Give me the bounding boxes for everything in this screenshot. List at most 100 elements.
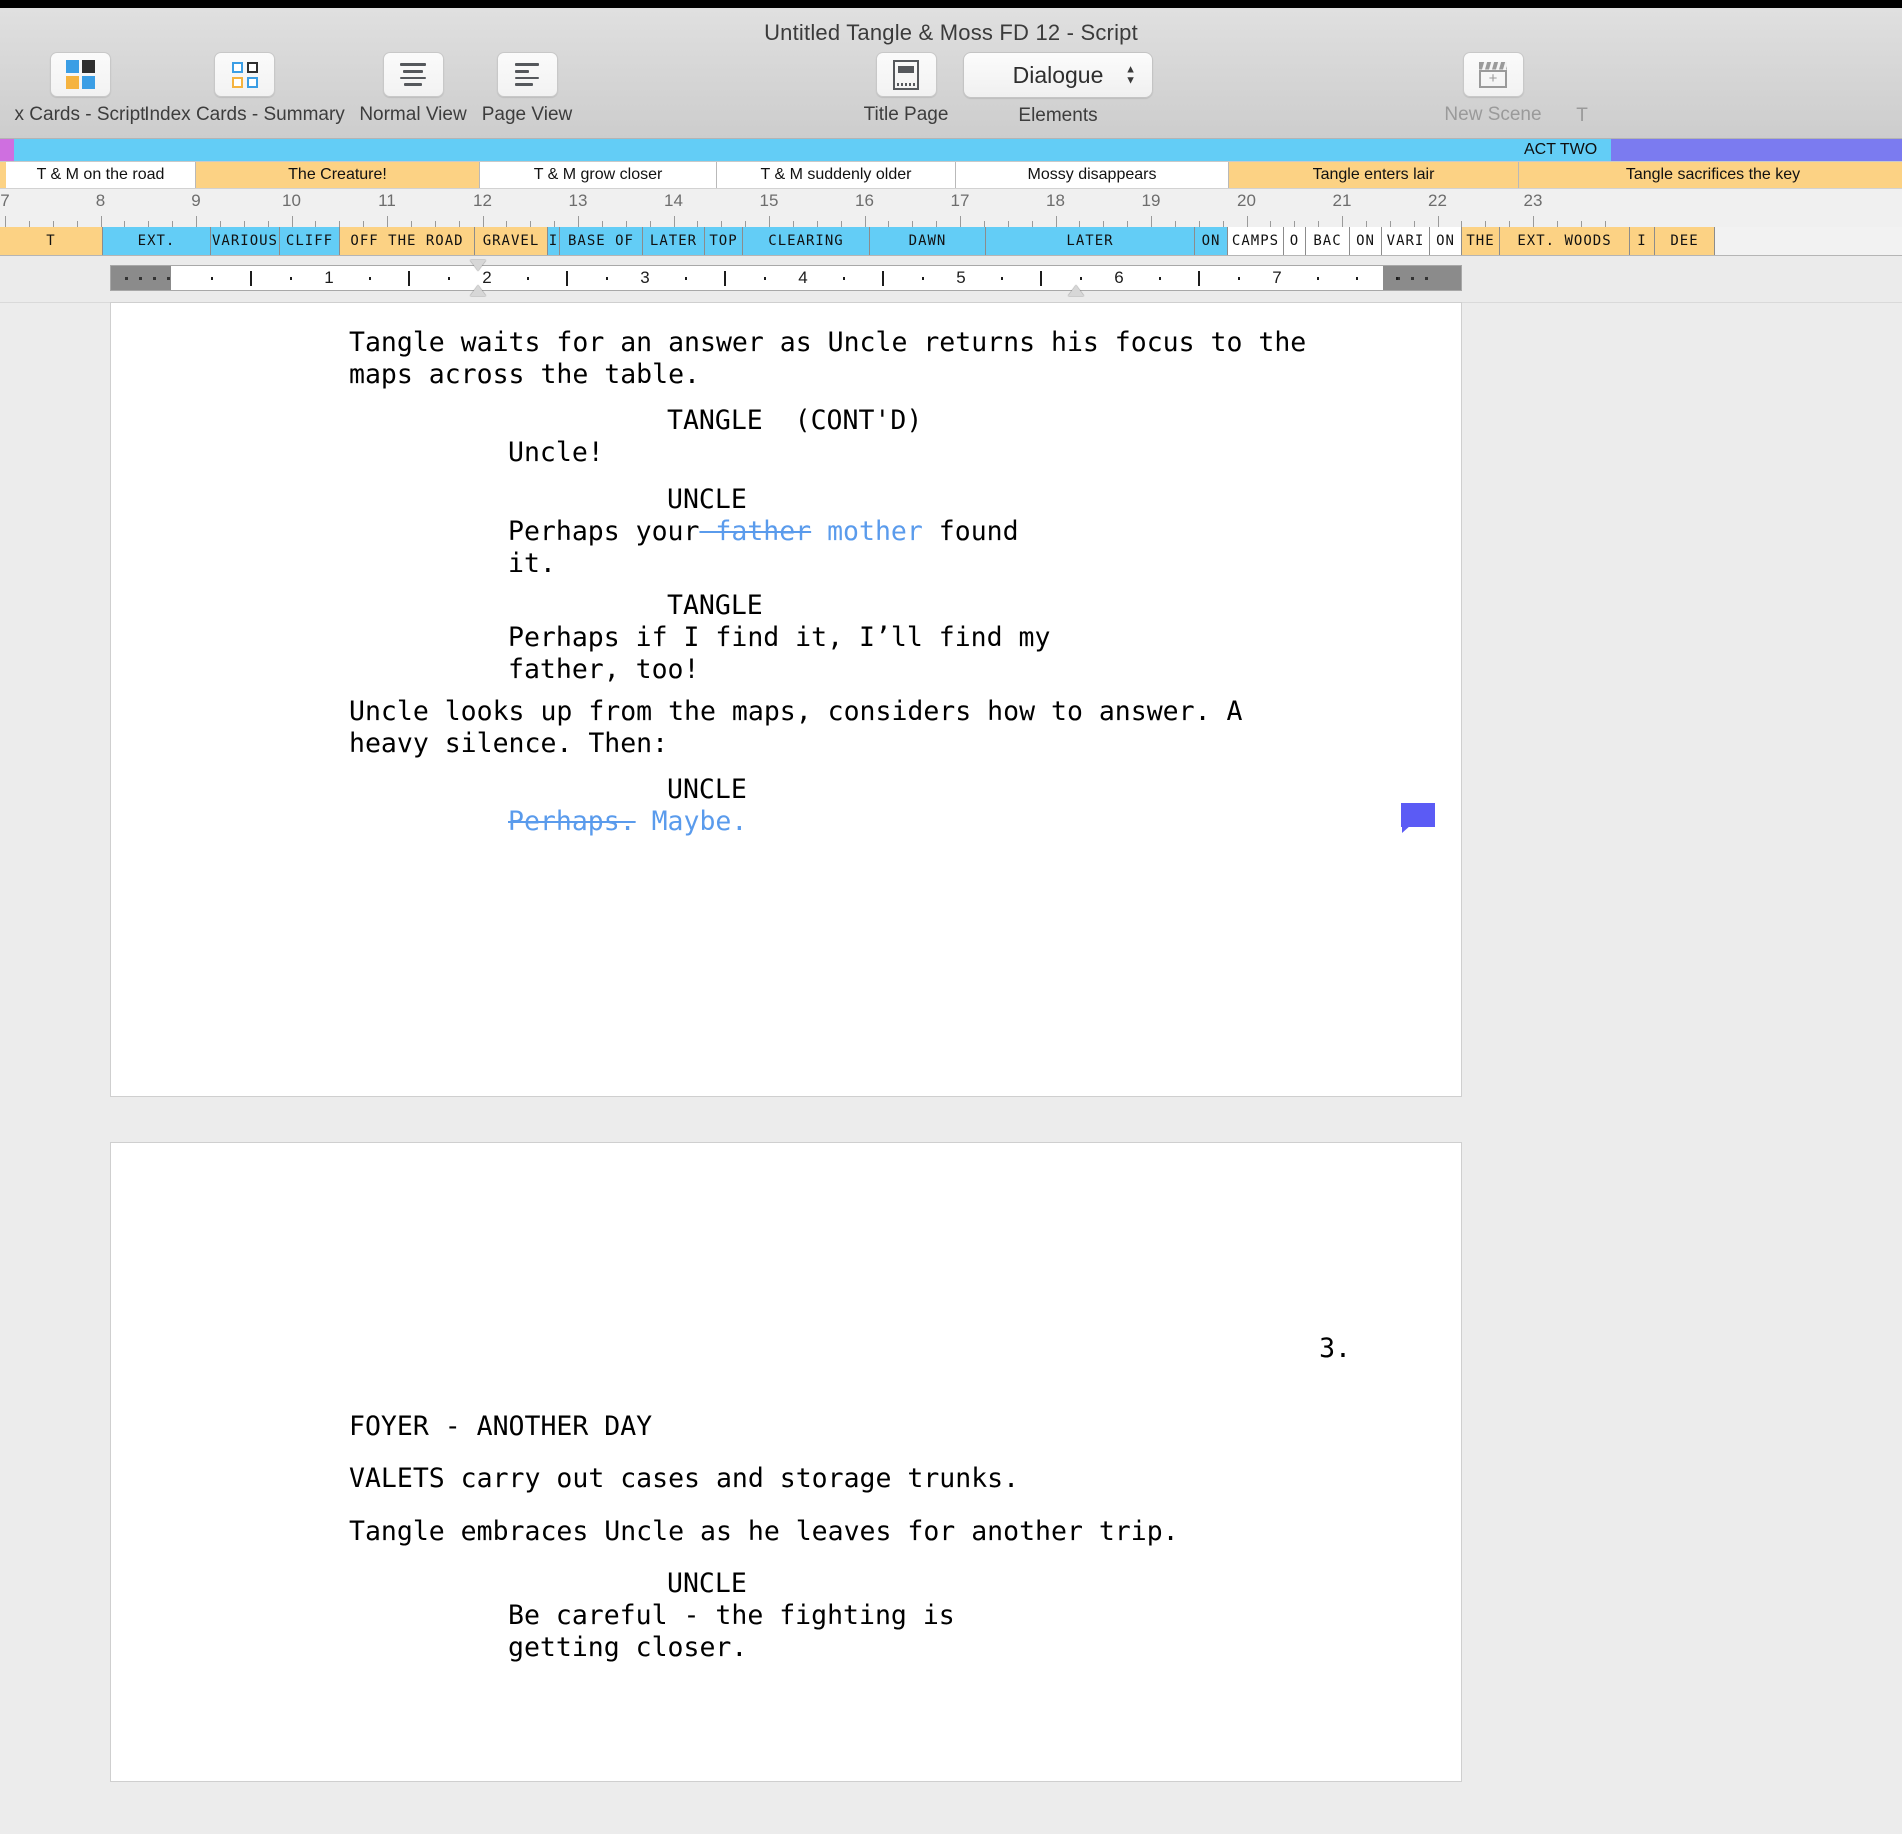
elements-selected-value: Dialogue bbox=[1012, 61, 1104, 88]
action-paragraph[interactable]: Tangle embraces Uncle as he leaves for a… bbox=[349, 1516, 1179, 1548]
page-ruler-tick bbox=[52, 221, 54, 227]
scene-strip-cell[interactable]: LATER bbox=[643, 227, 705, 255]
script-page-1[interactable]: Tangle waits for an answer as Uncle retu… bbox=[110, 302, 1462, 1097]
page-ruler-tick bbox=[1198, 221, 1200, 227]
ruler-tick bbox=[763, 277, 766, 280]
scene-heading[interactable]: FOYER - ANOTHER DAY bbox=[349, 1411, 652, 1443]
toolbar-title-page[interactable]: Title Page bbox=[845, 52, 967, 126]
revision-inserted-text: Maybe. bbox=[635, 806, 748, 837]
act-label: ACT TWO bbox=[1524, 141, 1598, 158]
comment-flag-icon[interactable] bbox=[1401, 803, 1435, 827]
scene-strip-cell[interactable]: BASE OF bbox=[560, 227, 643, 255]
dialogue-line[interactable]: Perhaps if I find it, I’ll find my fathe… bbox=[508, 622, 1050, 686]
index-cards-script-icon[interactable] bbox=[49, 52, 111, 97]
scene-strip-cell[interactable]: THE bbox=[1462, 227, 1500, 255]
page-ruler-tick bbox=[1604, 221, 1606, 227]
dialogue-line[interactable]: Uncle! bbox=[508, 437, 604, 469]
scene-strip-cell[interactable]: EXT. WOODS bbox=[1500, 227, 1630, 255]
character-cue[interactable]: UNCLE bbox=[667, 1568, 747, 1600]
scene-strip-cell[interactable]: CLIFF bbox=[280, 227, 340, 255]
scene-strip-cell[interactable]: LATER bbox=[986, 227, 1195, 255]
new-scene-icon[interactable]: + bbox=[1462, 52, 1524, 97]
character-cue[interactable]: UNCLE bbox=[667, 774, 747, 806]
scene-strip-cell[interactable]: I bbox=[548, 227, 560, 255]
scene-strip-cell[interactable]: VARI bbox=[1382, 227, 1430, 255]
window-toolbar: Untitled Tangle & Moss FD 12 - Script x … bbox=[0, 8, 1902, 139]
character-cue[interactable]: TANGLE bbox=[667, 590, 763, 622]
scene-strip-cell[interactable]: OFF THE ROAD bbox=[340, 227, 475, 255]
page-ruler-tick bbox=[339, 221, 341, 227]
toolbar-index-cards-summary[interactable]: Index Cards - Summary bbox=[142, 52, 347, 126]
index-cards-summary-icon[interactable] bbox=[214, 52, 275, 97]
page-view-icon[interactable] bbox=[496, 52, 558, 97]
toolbar-elements[interactable]: Dialogue ▲ ▼ Elements bbox=[963, 52, 1153, 127]
scene-strip-cell[interactable]: ON bbox=[1195, 227, 1228, 255]
scene-strip-cell[interactable]: T bbox=[0, 227, 103, 255]
right-indent-marker[interactable] bbox=[1068, 285, 1085, 296]
dialogue-line-revised[interactable]: Perhaps your father mother found it. bbox=[508, 516, 1019, 580]
normal-view-icon[interactable] bbox=[382, 52, 444, 97]
scene-strip-cell[interactable]: BAC bbox=[1306, 227, 1350, 255]
scene-strip-cell[interactable]: O bbox=[1284, 227, 1306, 255]
scene-strip-cell[interactable]: CLEARING bbox=[743, 227, 870, 255]
scene-strip-cell[interactable]: CAMPS bbox=[1228, 227, 1284, 255]
scene-card-3[interactable]: T & M suddenly older bbox=[717, 162, 956, 188]
scene-label-bar[interactable]: T & M on the road The Creature! T & M grow… bbox=[0, 161, 1902, 188]
page-ruler-tick bbox=[363, 221, 365, 227]
scene-card-6[interactable]: Tangle sacrifices the key bbox=[1519, 162, 1902, 188]
scene-strip-cell[interactable]: EXT. bbox=[103, 227, 211, 255]
page-ruler-tick bbox=[315, 221, 317, 227]
scene-card-label: T & M suddenly older bbox=[760, 166, 912, 183]
toolbar-page-view[interactable]: Page View bbox=[466, 52, 588, 126]
ruler-tick bbox=[250, 277, 252, 280]
first-line-indent-marker[interactable] bbox=[470, 260, 487, 271]
page-ruler-number: 10 bbox=[282, 191, 301, 210]
action-paragraph[interactable]: VALETS carry out cases and storage trunk… bbox=[349, 1463, 1019, 1495]
scene-card-5[interactable]: Tangle enters lair bbox=[1229, 162, 1519, 188]
character-cue[interactable]: TANGLE (CONT'D) bbox=[667, 405, 922, 437]
title-page-icon[interactable] bbox=[875, 52, 937, 97]
scene-card-2[interactable]: T & M grow closer bbox=[480, 162, 717, 188]
scene-strip-cell[interactable]: ON bbox=[1350, 227, 1382, 255]
text-ruler[interactable]: 1234567 bbox=[110, 260, 1462, 296]
page-ruler-tick bbox=[28, 221, 30, 227]
scene-card-1[interactable]: The Creature! bbox=[196, 162, 480, 188]
ruler-inch-number: 3 bbox=[640, 268, 650, 287]
ruler-tick bbox=[153, 277, 156, 280]
scene-strip-cell[interactable]: VARIOUS bbox=[211, 227, 280, 255]
ruler-inch-number: 5 bbox=[956, 268, 966, 287]
scene-strip-cell[interactable]: DAWN bbox=[870, 227, 986, 255]
action-paragraph[interactable]: Tangle waits for an answer as Uncle retu… bbox=[349, 327, 1306, 391]
scene-strip-cell[interactable]: I bbox=[1630, 227, 1655, 255]
act-bar[interactable]: ACT TWO bbox=[0, 139, 1902, 161]
chevron-updown-icon[interactable]: ▲ ▼ bbox=[1125, 64, 1136, 86]
scene-card-4[interactable]: Mossy disappears bbox=[956, 162, 1229, 188]
character-cue[interactable]: UNCLE bbox=[667, 484, 747, 516]
dialogue-line[interactable]: Be careful - the fighting is getting clo… bbox=[508, 1600, 955, 1664]
scene-strip-cell[interactable]: GRAVEL bbox=[475, 227, 548, 255]
action-paragraph[interactable]: Uncle looks up from the maps, considers … bbox=[349, 696, 1242, 760]
page-ruler-tick bbox=[1127, 221, 1129, 227]
ruler-half-tick bbox=[1198, 271, 1200, 286]
script-page-2[interactable]: 3. FOYER - ANOTHER DAY VALETS carry out … bbox=[110, 1142, 1462, 1782]
act-segment[interactable] bbox=[0, 139, 14, 161]
toolbar-new-scene[interactable]: + New Scene bbox=[1432, 52, 1554, 126]
scene-card-label: T & M grow closer bbox=[533, 166, 663, 183]
scene-strip-cell[interactable]: TOP bbox=[705, 227, 743, 255]
toolbar-normal-view[interactable]: Normal View bbox=[352, 52, 474, 126]
dialogue-line-revised[interactable]: Perhaps. Maybe. bbox=[508, 806, 747, 838]
ruler-tick bbox=[1316, 277, 1319, 280]
act-segment[interactable] bbox=[1611, 139, 1902, 161]
scene-strip[interactable]: T EXT. VARIOUS CLIFF OFF THE ROAD GRAVEL I BASE… bbox=[0, 227, 1902, 256]
scene-strip-cell[interactable]: ON bbox=[1430, 227, 1462, 255]
scene-card-label: Tangle enters lair bbox=[1312, 166, 1435, 183]
elements-select[interactable]: Dialogue ▲ ▼ bbox=[963, 52, 1153, 98]
toolbar-clipped-right[interactable]: T bbox=[1562, 98, 1602, 127]
ruler-half-tick bbox=[724, 271, 726, 286]
act-segment[interactable]: ACT TWO bbox=[14, 139, 1612, 161]
page-ruler-number: 19 bbox=[1141, 191, 1161, 210]
ruler-tick bbox=[1411, 277, 1414, 280]
scene-card-0[interactable]: T & M on the road bbox=[6, 162, 196, 188]
scene-strip-cell[interactable]: DEE bbox=[1655, 227, 1715, 255]
left-indent-marker[interactable] bbox=[470, 285, 487, 296]
